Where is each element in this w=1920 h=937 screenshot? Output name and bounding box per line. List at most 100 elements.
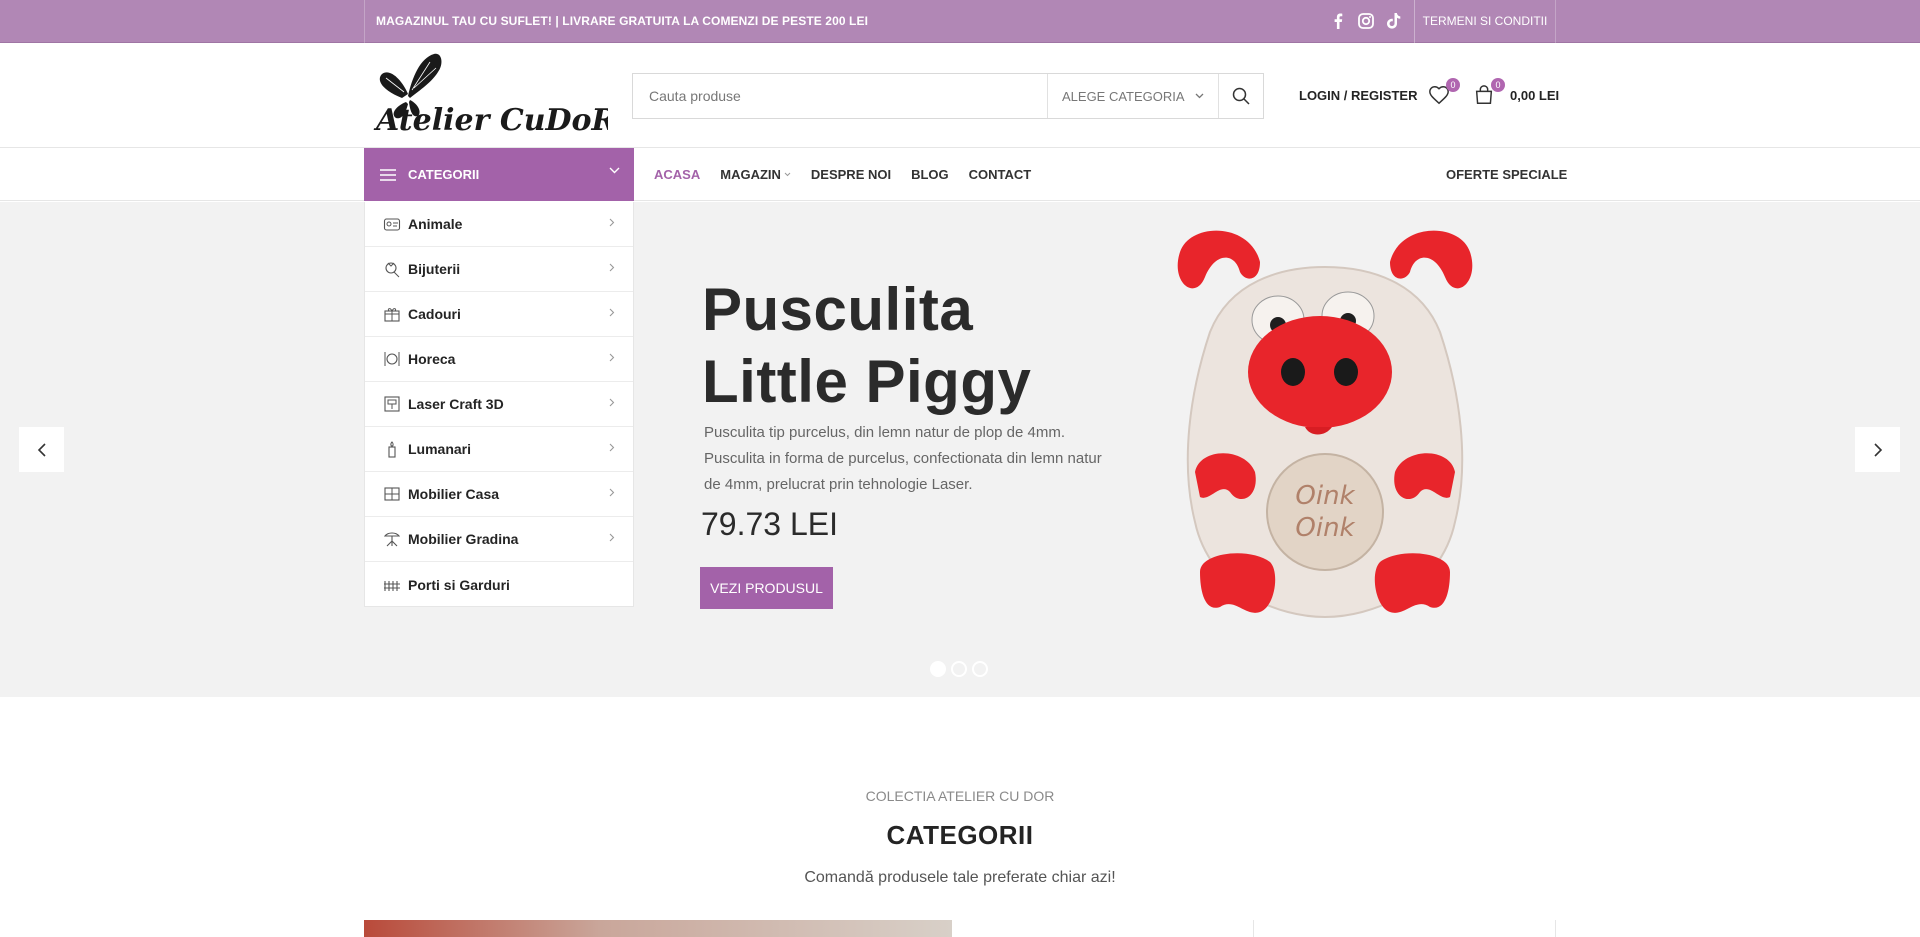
chevron-right-icon [609, 398, 615, 407]
menu-item-blog[interactable]: BLOG [911, 167, 949, 182]
special-offers-link[interactable]: OFERTE SPECIALE [1446, 148, 1567, 201]
top-bar-inner: MAGAZINUL TAU CU SUFLET! | LIVRARE GRATU… [364, 0, 1556, 43]
jewelry-icon [383, 260, 401, 278]
cart-total[interactable]: 0,00 LEI [1510, 88, 1559, 103]
category-label: Cadouri [408, 306, 461, 322]
wishlist-button[interactable]: 0 [1428, 78, 1460, 108]
section-title: CATEGORII [886, 820, 1034, 850]
category-label: Laser Craft 3D [408, 396, 504, 412]
fence-icon [383, 576, 401, 594]
social-links [1329, 12, 1403, 30]
chevron-right-icon [1873, 442, 1882, 457]
site-logo[interactable]: Atelier CuDoR [372, 50, 616, 138]
category-list: Animale Bijuterii Cadouri Horeca Laser C… [364, 202, 634, 607]
category-tile-image[interactable] [364, 920, 952, 937]
login-register-link[interactable]: LOGIN / REGISTER [1299, 88, 1417, 103]
slider-dot[interactable] [972, 661, 988, 677]
menu-item-label: CONTACT [968, 167, 1032, 182]
site-header: Atelier CuDoR ALEGE CATEGORIA LOGIN / RE… [0, 44, 1920, 148]
category-item-horeca[interactable]: Horeca [365, 337, 633, 382]
slider-prev-button[interactable] [19, 427, 64, 472]
search-button[interactable] [1218, 74, 1263, 118]
svg-text:Oink: Oink [1295, 481, 1355, 511]
product-image[interactable]: Oink Oink [1160, 222, 1490, 632]
category-item-cadouri[interactable]: Cadouri [365, 292, 633, 337]
chevron-right-icon [609, 308, 615, 317]
slide-title-line: Pusculita [702, 276, 974, 343]
terms-link[interactable]: TERMENI SI CONDITII [1415, 0, 1555, 43]
chevron-right-icon [609, 443, 615, 452]
category-item-mobilier-gradina[interactable]: Mobilier Gradina [365, 517, 633, 562]
slide-title: Pusculita Little Piggy [702, 274, 1102, 418]
chevron-left-icon [37, 442, 46, 457]
chevron-down-icon [609, 167, 620, 174]
cabinet-icon [383, 485, 401, 503]
svg-text:Oink: Oink [1295, 513, 1355, 543]
category-item-lumanari[interactable]: Lumanari [365, 427, 633, 472]
chevron-right-icon [609, 263, 615, 272]
slider-dot[interactable] [930, 661, 946, 677]
search-icon [1232, 87, 1250, 105]
slide-title-line: Little Piggy [702, 348, 1032, 415]
categories-toggle[interactable]: CATEGORII [364, 148, 634, 201]
search-input[interactable] [633, 74, 1047, 118]
plate-cutlery-icon [383, 350, 401, 368]
slider-next-button[interactable] [1855, 427, 1900, 472]
instagram-icon[interactable] [1357, 12, 1375, 30]
menu-item-label: MAGAZIN [720, 167, 781, 182]
main-menu: ACASA MAGAZIN DESPRE NOI BLOG CONTACT [654, 148, 1051, 201]
category-item-animale[interactable]: Animale [365, 202, 633, 247]
menu-item-label: BLOG [911, 167, 949, 182]
menu-item-acasa[interactable]: ACASA [654, 167, 700, 182]
slider-dot[interactable] [951, 661, 967, 677]
laser-machine-icon [383, 395, 401, 413]
facebook-icon[interactable] [1329, 12, 1347, 30]
svg-text:Atelier CuDoR: Atelier CuDoR [373, 103, 608, 136]
candle-icon [383, 440, 401, 458]
category-label: Animale [408, 216, 463, 232]
category-select[interactable]: ALEGE CATEGORIA [1047, 74, 1218, 118]
tile-divider [1555, 920, 1556, 937]
category-label: Mobilier Gradina [408, 531, 519, 547]
menu-item-label: DESPRE NOI [810, 167, 892, 182]
chevron-right-icon [609, 488, 615, 497]
slide-price: 79.73 LEI [701, 506, 838, 542]
category-item-mobilier-casa[interactable]: Mobilier Casa [365, 472, 633, 517]
hero-slider: Animale Bijuterii Cadouri Horeca Laser C… [0, 202, 1920, 697]
cart-count-badge: 0 [1491, 78, 1505, 92]
category-label: Lumanari [408, 441, 472, 457]
cart-button[interactable]: 0 [1473, 78, 1505, 108]
category-label: Porti si Garduri [408, 576, 510, 593]
slider-dots [930, 661, 988, 677]
category-label: Mobilier Casa [408, 486, 500, 502]
view-product-button[interactable]: VEZI PRODUSUL [700, 567, 833, 609]
chevron-right-icon [609, 533, 615, 542]
garden-table-icon [383, 530, 401, 548]
gift-icon [383, 305, 401, 323]
main-navigation-bar: CATEGORII ACASA MAGAZIN DESPRE NOI BLOG … [0, 148, 1920, 201]
chevron-down-icon [784, 172, 791, 177]
piggy-bank-image: Oink Oink [1177, 230, 1473, 619]
category-item-laser-craft-3d[interactable]: Laser Craft 3D [365, 382, 633, 427]
tiktok-icon[interactable] [1385, 12, 1403, 30]
categories-toggle-label: CATEGORII [408, 167, 480, 182]
butterfly-logo-icon: Atelier CuDoR [373, 53, 616, 138]
menu-item-magazin[interactable]: MAGAZIN [720, 167, 791, 182]
search-bar: ALEGE CATEGORIA [632, 73, 1264, 119]
menu-item-despre-noi[interactable]: DESPRE NOI [811, 167, 891, 182]
category-item-bijuterii[interactable]: Bijuterii [365, 247, 633, 292]
category-item-porti-si-garduri[interactable]: Porti si Garduri [365, 562, 633, 607]
chevron-right-icon [609, 353, 615, 362]
tile-divider [1253, 920, 1254, 937]
menu-item-label: ACASA [654, 167, 701, 182]
chevron-right-icon [609, 218, 615, 227]
category-label: Horeca [408, 351, 456, 367]
menu-item-contact[interactable]: CONTACT [969, 167, 1032, 182]
category-select-label: ALEGE CATEGORIA [1062, 88, 1185, 104]
section-subtitle: COLECTIA ATELIER CU DOR [865, 788, 1055, 804]
top-bar: MAGAZINUL TAU CU SUFLET! | LIVRARE GRATU… [0, 0, 1920, 43]
chevron-down-icon [1195, 93, 1204, 99]
category-label: Bijuterii [408, 261, 461, 277]
wishlist-count-badge: 0 [1446, 78, 1460, 92]
terms-wrap: TERMENI SI CONDITII [1414, 0, 1555, 43]
